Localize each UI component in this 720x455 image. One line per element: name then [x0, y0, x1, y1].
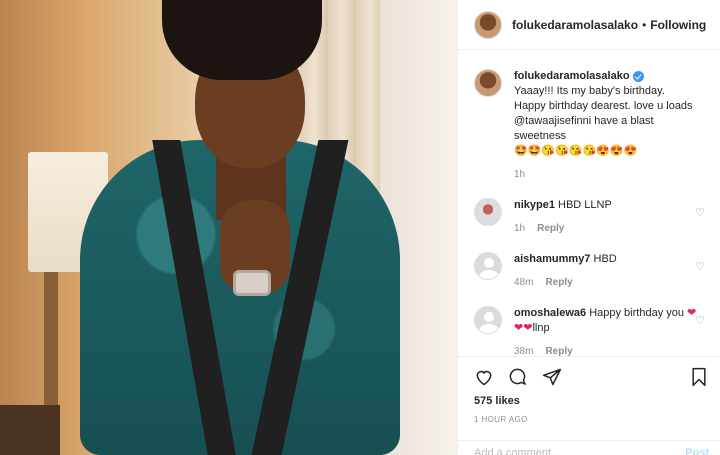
comment-username[interactable]: omoshalewa6 — [514, 307, 586, 319]
comment-username[interactable]: nikype1 — [514, 199, 555, 211]
post-photo[interactable] — [0, 0, 457, 455]
comment-avatar[interactable] — [474, 198, 502, 226]
watch — [233, 270, 271, 296]
comment-icon[interactable] — [508, 367, 528, 387]
comment-avatar[interactable] — [474, 306, 502, 334]
reply-button[interactable]: Reply — [545, 277, 572, 288]
post-actions: 575 likes 1 HOUR AGO — [458, 356, 720, 424]
comment-avatar[interactable] — [474, 252, 502, 280]
heart-icon[interactable] — [474, 367, 494, 387]
comment-time: 48m — [514, 277, 534, 288]
add-comment-bar: Add a comment... Post — [458, 440, 720, 455]
post-comment-button[interactable]: Post — [685, 447, 709, 455]
comment-text: HBD LLNP — [558, 199, 612, 211]
comments-list[interactable]: folukedaramolasalako Yaaay!!! Its my bab… — [458, 51, 720, 356]
share-icon[interactable] — [542, 367, 562, 387]
caption: folukedaramolasalako Yaaay!!! Its my bab… — [474, 69, 709, 182]
like-comment-heart-icon[interactable]: ♡ — [695, 260, 705, 273]
comment-suffix: llnp — [532, 322, 550, 334]
comment-item: nikype1 HBD LLNP 1h Reply ♡ — [474, 198, 709, 236]
add-comment-input[interactable]: Add a comment... — [474, 447, 560, 455]
comment-item: omoshalewa6 Happy birthday you ❤❤❤llnp 3… — [474, 306, 709, 356]
comment-text: Happy birthday you — [589, 307, 684, 319]
reply-button[interactable]: Reply — [537, 223, 564, 234]
person-figure — [40, 0, 400, 455]
like-comment-heart-icon[interactable]: ♡ — [695, 206, 705, 219]
caption-emojis: 🤩🤩😘😘😘😘😍😍😍 — [514, 145, 638, 157]
post-time-ago: 1 HOUR AGO — [474, 415, 528, 424]
post-header: folukedaramolasalako • Following — [458, 0, 720, 50]
caption-avatar[interactable] — [474, 69, 502, 97]
bookmark-icon[interactable] — [689, 367, 709, 387]
separator-dot: • — [642, 17, 647, 32]
reply-button[interactable]: Reply — [545, 346, 572, 356]
post-username[interactable]: folukedaramolasalako — [512, 18, 638, 32]
like-comment-heart-icon[interactable]: ♡ — [695, 314, 705, 327]
caption-username[interactable]: folukedaramolasalako — [514, 70, 630, 82]
comment-item: aishamummy7 HBD 48m Reply ♡ — [474, 252, 709, 290]
following-button[interactable]: Following — [650, 18, 706, 32]
hair — [162, 0, 322, 80]
avatar[interactable] — [474, 10, 502, 39]
comment-username[interactable]: aishamummy7 — [514, 253, 590, 265]
caption-time: 1h — [514, 169, 526, 180]
likes-count[interactable]: 575 likes — [474, 395, 709, 407]
verified-badge-icon — [632, 70, 644, 82]
comment-time: 1h — [514, 223, 526, 234]
comment-time: 38m — [514, 346, 534, 356]
comment-text: HBD — [593, 253, 617, 265]
post-side-panel: folukedaramolasalako • Following foluked… — [457, 0, 720, 455]
caption-text: Yaaay!!! Its my baby's birthday. Happy b… — [514, 85, 693, 142]
